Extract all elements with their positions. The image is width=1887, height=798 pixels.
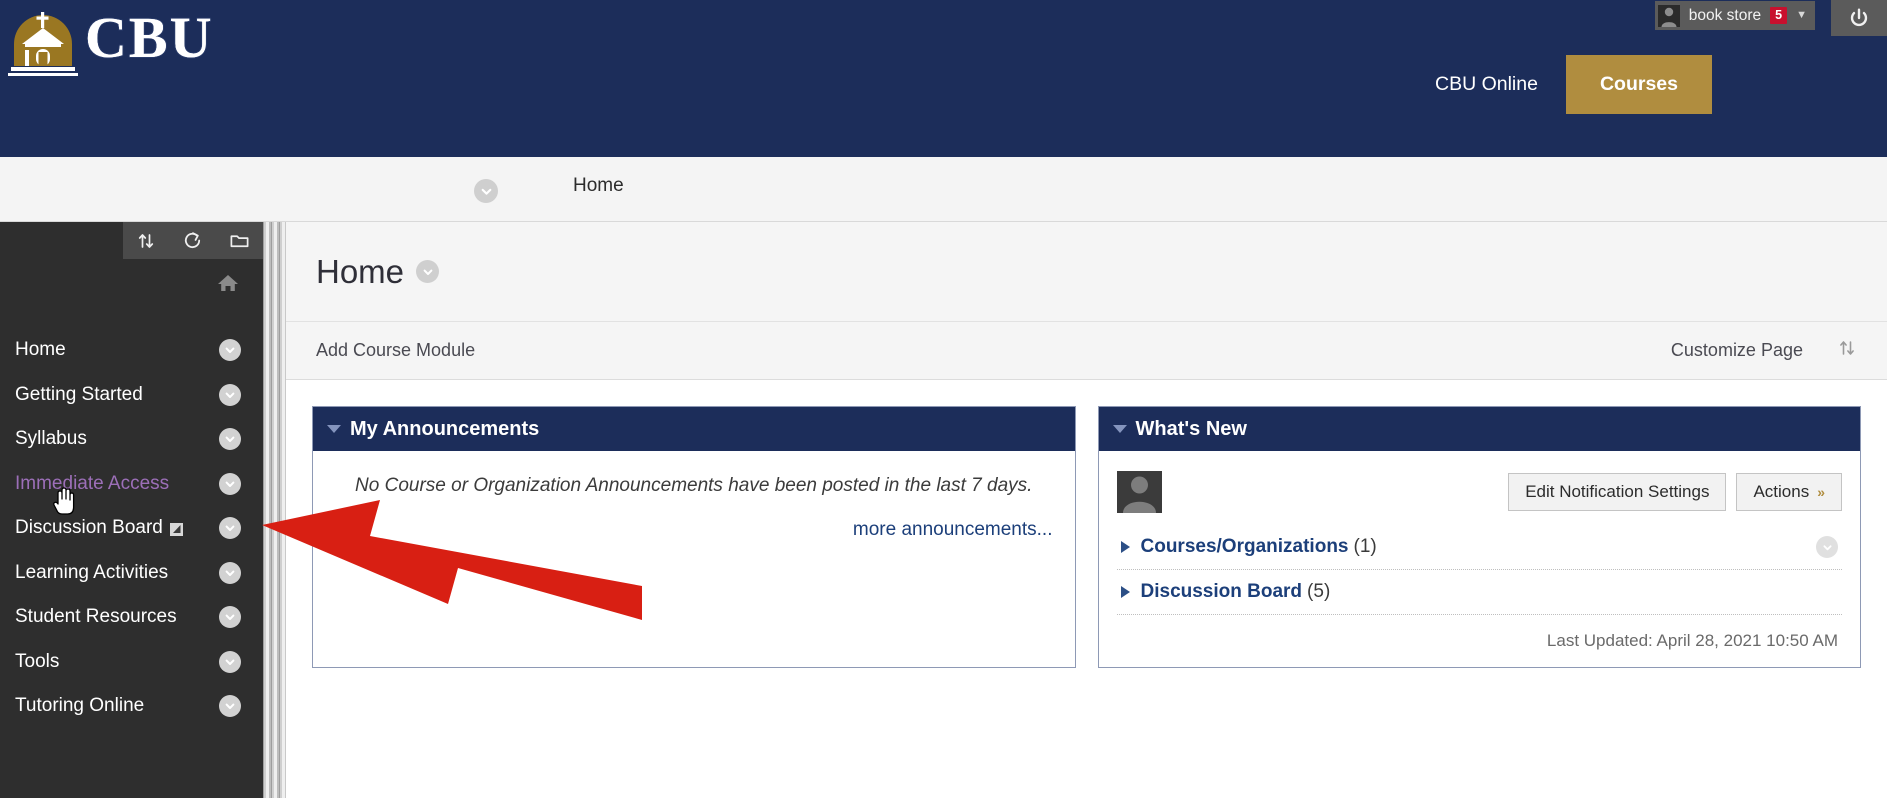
whats-new-item-count: (5) <box>1307 581 1331 602</box>
main-content: Home Add Course Module Customize Page My… <box>285 222 1887 798</box>
module-whats-new: What's New Edit Notification Settings Ac… <box>1097 406 1861 668</box>
tab-cbu-online[interactable]: CBU Online <box>1407 55 1566 114</box>
more-announcements-link[interactable]: more announcements... <box>331 519 1057 541</box>
notification-badge: 5 <box>1770 6 1788 25</box>
triangle-right-icon <box>1120 586 1130 598</box>
chevron-down-icon[interactable] <box>219 472 241 495</box>
sidebar-item-label: Tutoring Online <box>15 695 145 717</box>
power-button[interactable] <box>1831 0 1887 36</box>
module-title: What's New <box>1135 417 1247 440</box>
sidebar-item-tools[interactable]: Tools <box>0 640 263 685</box>
chevron-down-icon <box>481 188 491 195</box>
home-icon <box>218 275 238 291</box>
refresh-icon[interactable] <box>180 228 206 254</box>
sidebar-item-label: Learning Activities <box>15 561 169 583</box>
sidebar-item-label: Getting Started <box>15 383 143 405</box>
double-chevron-down-icon: » <box>1817 484 1825 500</box>
sidebar-menu-list: Home Getting Started Syllabus Immediate … <box>0 328 263 729</box>
page-title: Home <box>316 252 405 290</box>
announcements-empty-text: No Course or Organization Announcements … <box>355 475 1033 496</box>
whats-new-item-count: (1) <box>1353 536 1377 557</box>
user-avatar-icon <box>1116 471 1162 513</box>
chevron-down-icon[interactable] <box>219 561 241 584</box>
page-header: Home <box>286 222 1887 322</box>
course-menu-sidebar: Home Getting Started Syllabus Immediate … <box>0 222 285 798</box>
breadcrumb[interactable]: Home <box>573 175 624 197</box>
last-updated-text: Last Updated: April 28, 2021 10:50 AM <box>1546 631 1838 650</box>
whats-new-buttons: Edit Notification Settings Actions » <box>1508 473 1842 511</box>
user-menu-name: book store <box>1688 6 1762 24</box>
whats-new-toolbar: Edit Notification Settings Actions » <box>1116 467 1842 525</box>
main-nav-tabs: CBU Online Courses <box>1407 55 1712 114</box>
sidebar-item-learning-activities[interactable]: Learning Activities <box>0 551 263 596</box>
actions-button-label: Actions <box>1753 482 1810 501</box>
sidebar-item-text: Discussion Board <box>15 517 163 539</box>
sidebar-scrollbar[interactable] <box>263 222 285 798</box>
chevron-down-icon[interactable] <box>219 383 241 406</box>
course-modules: My Announcements No Course or Organizati… <box>286 380 1887 668</box>
sidebar-item-label: Discussion Board <box>15 517 184 539</box>
tab-courses[interactable]: Courses <box>1565 55 1712 114</box>
cbu-logo-text: CBU <box>84 4 214 71</box>
reorder-arrows-icon[interactable] <box>133 228 159 254</box>
whats-new-item-label: Discussion Board <box>1140 581 1303 602</box>
module-body: No Course or Organization Announcements … <box>313 451 1075 555</box>
mouse-cursor-hand <box>53 487 75 515</box>
sidebar-home-button[interactable] <box>215 270 241 296</box>
external-link-icon <box>169 521 184 536</box>
action-bar-right: Customize Page <box>1671 338 1857 363</box>
whats-new-item-discussion-board[interactable]: Discussion Board (5) <box>1116 570 1842 615</box>
sidebar-toolbar <box>123 222 263 259</box>
sidebar-item-label: Home <box>15 339 66 361</box>
sidebar-item-getting-started[interactable]: Getting Started <box>0 373 263 418</box>
module-body: Edit Notification Settings Actions » Cou… <box>1099 451 1861 667</box>
user-avatar-icon <box>1657 4 1680 27</box>
chevron-down-icon[interactable] <box>219 695 241 718</box>
user-menu[interactable]: book store 5 ▼ <box>1654 1 1815 30</box>
sidebar-item-home[interactable]: Home <box>0 328 263 373</box>
top-header: CBU book store 5 ▼ CBU Online Courses <box>0 0 1887 157</box>
breadcrumb-bar: Home <box>0 157 1887 222</box>
sidebar-item-label: Tools <box>15 650 60 672</box>
chapel-logo-icon <box>8 12 78 76</box>
page-title-menu-button[interactable] <box>416 260 440 283</box>
customize-page-button[interactable]: Customize Page <box>1671 340 1803 361</box>
chevron-down-icon[interactable] <box>219 339 241 362</box>
chevron-down-icon[interactable] <box>1816 536 1838 558</box>
triangle-down-icon[interactable] <box>327 425 341 433</box>
page-action-bar: Add Course Module Customize Page <box>286 322 1887 380</box>
chevron-down-icon[interactable] <box>219 606 241 629</box>
chevron-down-icon[interactable] <box>219 517 241 540</box>
module-my-announcements: My Announcements No Course or Organizati… <box>312 406 1076 668</box>
triangle-right-icon <box>1120 541 1130 553</box>
whats-new-item-courses-organizations[interactable]: Courses/Organizations (1) <box>1116 525 1842 570</box>
module-title: My Announcements <box>350 417 540 440</box>
sidebar-item-label: Student Resources <box>15 606 177 628</box>
chevron-down-icon[interactable] <box>219 650 241 673</box>
actions-button[interactable]: Actions » <box>1736 473 1842 511</box>
whats-new-item-label: Courses/Organizations <box>1140 536 1349 557</box>
sidebar-item-label: Immediate Access <box>15 472 170 494</box>
breadcrumb-toggle-button[interactable] <box>474 179 498 203</box>
add-course-module-button[interactable]: Add Course Module <box>316 340 475 361</box>
sidebar-item-label: Syllabus <box>15 428 87 450</box>
folder-icon[interactable] <box>227 228 253 254</box>
triangle-down-icon[interactable] <box>1112 425 1127 433</box>
chevron-down-icon[interactable] <box>219 428 241 451</box>
sidebar-item-immediate-access[interactable]: Immediate Access <box>0 462 263 507</box>
sidebar-item-discussion-board[interactable]: Discussion Board <box>0 506 263 551</box>
reorder-arrows-icon[interactable] <box>1837 338 1857 363</box>
cbu-logo[interactable]: CBU <box>8 4 213 78</box>
module-header: My Announcements <box>313 407 1075 451</box>
sidebar-item-syllabus[interactable]: Syllabus <box>0 417 263 462</box>
edit-notification-settings-button[interactable]: Edit Notification Settings <box>1508 473 1727 511</box>
chevron-down-icon[interactable]: ▼ <box>1796 10 1807 21</box>
sidebar-item-tutoring-online[interactable]: Tutoring Online <box>0 684 263 729</box>
power-icon <box>1850 8 1868 27</box>
module-header: What's New <box>1098 407 1860 451</box>
sidebar-item-student-resources[interactable]: Student Resources <box>0 595 263 640</box>
chevron-down-icon <box>423 269 432 275</box>
